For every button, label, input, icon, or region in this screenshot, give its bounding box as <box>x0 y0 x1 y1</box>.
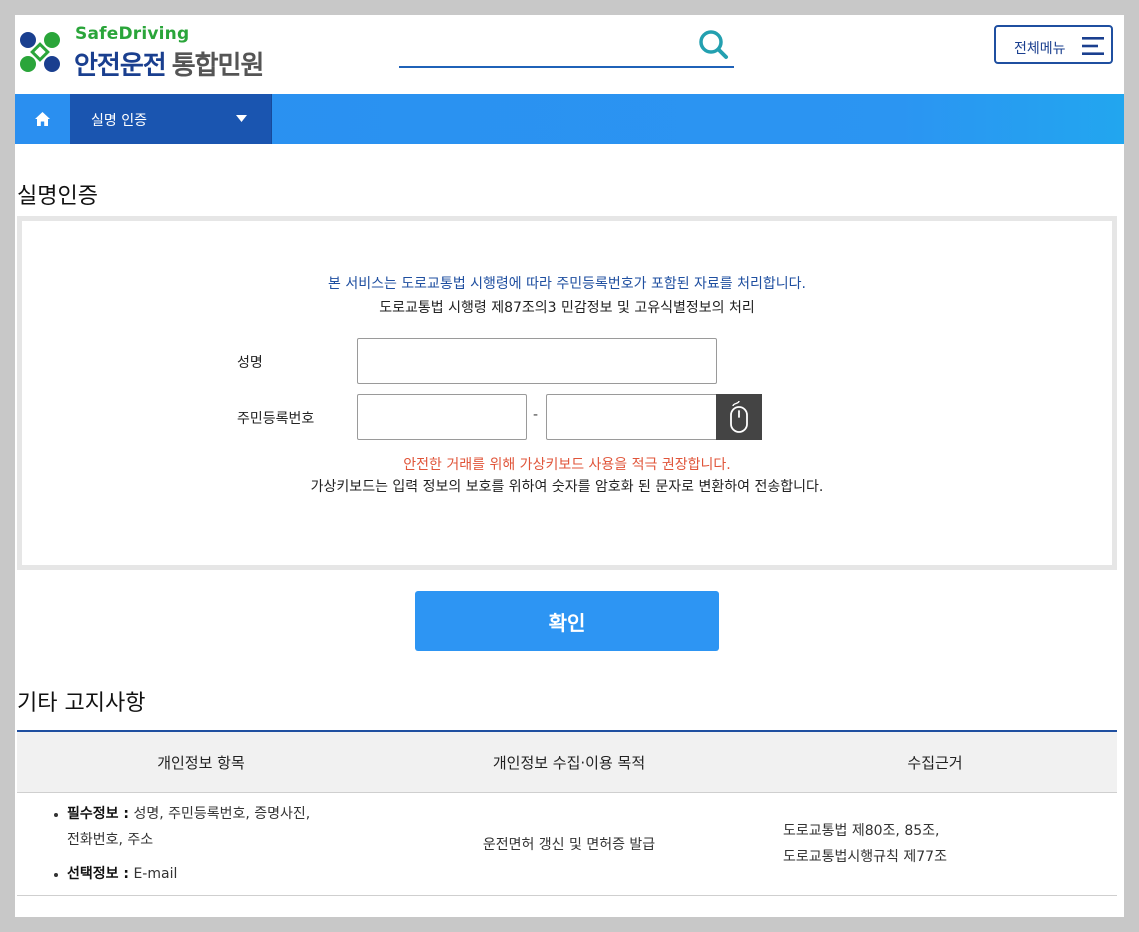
logo-subtitle: SafeDriving <box>75 24 190 44</box>
page-title: 실명인증 <box>17 184 98 209</box>
full-menu-label: 전체메뉴 <box>1014 41 1066 57</box>
header-personal-info-items: 개인정보 항목 <box>17 731 385 793</box>
table-header-row: 개인정보 항목 개인정보 수집·이용 목적 수집근거 <box>17 731 1117 793</box>
search-bar <box>399 27 734 68</box>
header: SafeDriving 안전운전 통합민원 전체메뉴 <box>15 15 1124 95</box>
optional-info-label: 선택정보 : <box>67 866 129 882</box>
required-info-text-2: 전화번호, 주소 <box>67 832 154 848</box>
legal-basis-line-1: 도로교통법 제80조, 85조, <box>783 823 940 839</box>
hamburger-icon <box>1082 37 1104 55</box>
virtual-keyboard-description: 가상키보드는 입력 정보의 보호를 위하여 숫자를 암호화 된 문자로 변환하여… <box>310 479 824 495</box>
breadcrumb-dropdown[interactable]: 실명 인증 <box>70 94 272 144</box>
logo-title: 안전운전 통합민원 <box>74 45 265 82</box>
confirm-button[interactable]: 확인 <box>415 591 719 651</box>
logo-title-blue: 안전운전 <box>74 51 167 81</box>
logo-title-gray: 통합민원 <box>171 51 265 81</box>
legal-basis-line-2: 도로교통법시행규칙 제77조 <box>783 849 947 865</box>
site-logo[interactable]: SafeDriving 안전운전 통합민원 <box>17 23 317 81</box>
name-field[interactable] <box>357 338 717 384</box>
legal-notice-primary: 본 서비스는 도로교통법 시행령에 따라 주민등록번호가 포함된 자료를 처리합… <box>328 276 806 292</box>
legal-basis-cell: 도로교통법 제80조, 85조, 도로교통법시행규칙 제77조 <box>753 792 1117 896</box>
personal-info-items-cell: 필수정보 : 성명, 주민등록번호, 증명사진, 전화번호, 주소 선택정보 :… <box>17 792 385 896</box>
personal-info-list: 필수정보 : 성명, 주민등록번호, 증명사진, 전화번호, 주소 선택정보 :… <box>53 801 384 887</box>
header-legal-basis: 수집근거 <box>753 731 1117 793</box>
rrn-front-field[interactable] <box>357 394 527 440</box>
virtual-keyboard-recommendation: 안전한 거래를 위해 가상키보드 사용을 적극 권장합니다. <box>403 457 731 473</box>
search-input[interactable] <box>399 27 693 65</box>
rrn-separator: - <box>533 407 539 423</box>
rrn-back-field[interactable] <box>546 394 718 440</box>
optional-info-text: E-mail <box>129 866 178 882</box>
breadcrumb-current: 실명 인증 <box>91 113 147 129</box>
home-button[interactable] <box>15 94 71 144</box>
rrn-label: 주민등록번호 <box>237 411 315 427</box>
list-item-required: 필수정보 : 성명, 주민등록번호, 증명사진, 전화번호, 주소 <box>54 801 384 853</box>
table-row: 필수정보 : 성명, 주민등록번호, 증명사진, 전화번호, 주소 선택정보 :… <box>17 792 1117 896</box>
name-label: 성명 <box>237 355 263 371</box>
privacy-notice-table: 개인정보 항목 개인정보 수집·이용 목적 수집근거 필수정보 : 성명, 주민… <box>17 730 1117 896</box>
list-item-optional: 선택정보 : E-mail <box>54 861 384 887</box>
legal-notice-secondary: 도로교통법 시행령 제87조의3 민감정보 및 고유식별정보의 처리 <box>379 300 755 316</box>
page: SafeDriving 안전운전 통합민원 전체메뉴 실명 인증 실명인증 본 … <box>15 15 1124 917</box>
caret-down-icon <box>236 115 247 122</box>
home-icon <box>35 112 50 126</box>
full-menu-button[interactable]: 전체메뉴 <box>994 25 1113 64</box>
search-icon <box>699 30 728 59</box>
required-info-text: 성명, 주민등록번호, 증명사진, <box>129 806 311 822</box>
virtual-keyboard-button[interactable] <box>716 394 762 440</box>
verification-panel: 본 서비스는 도로교통법 시행령에 따라 주민등록번호가 포함된 자료를 처리합… <box>17 216 1117 570</box>
collection-purpose-cell: 운전면허 갱신 및 면허증 발급 <box>385 792 753 896</box>
header-collection-purpose: 개인정보 수집·이용 목적 <box>385 731 753 793</box>
mouse-icon <box>730 400 748 433</box>
navigation-bar: 실명 인증 <box>15 94 1124 144</box>
search-button[interactable] <box>696 27 732 63</box>
notice-section-title: 기타 고지사항 <box>17 691 146 716</box>
safedriving-cross-logo-icon <box>20 32 60 72</box>
required-info-label: 필수정보 : <box>67 806 129 822</box>
